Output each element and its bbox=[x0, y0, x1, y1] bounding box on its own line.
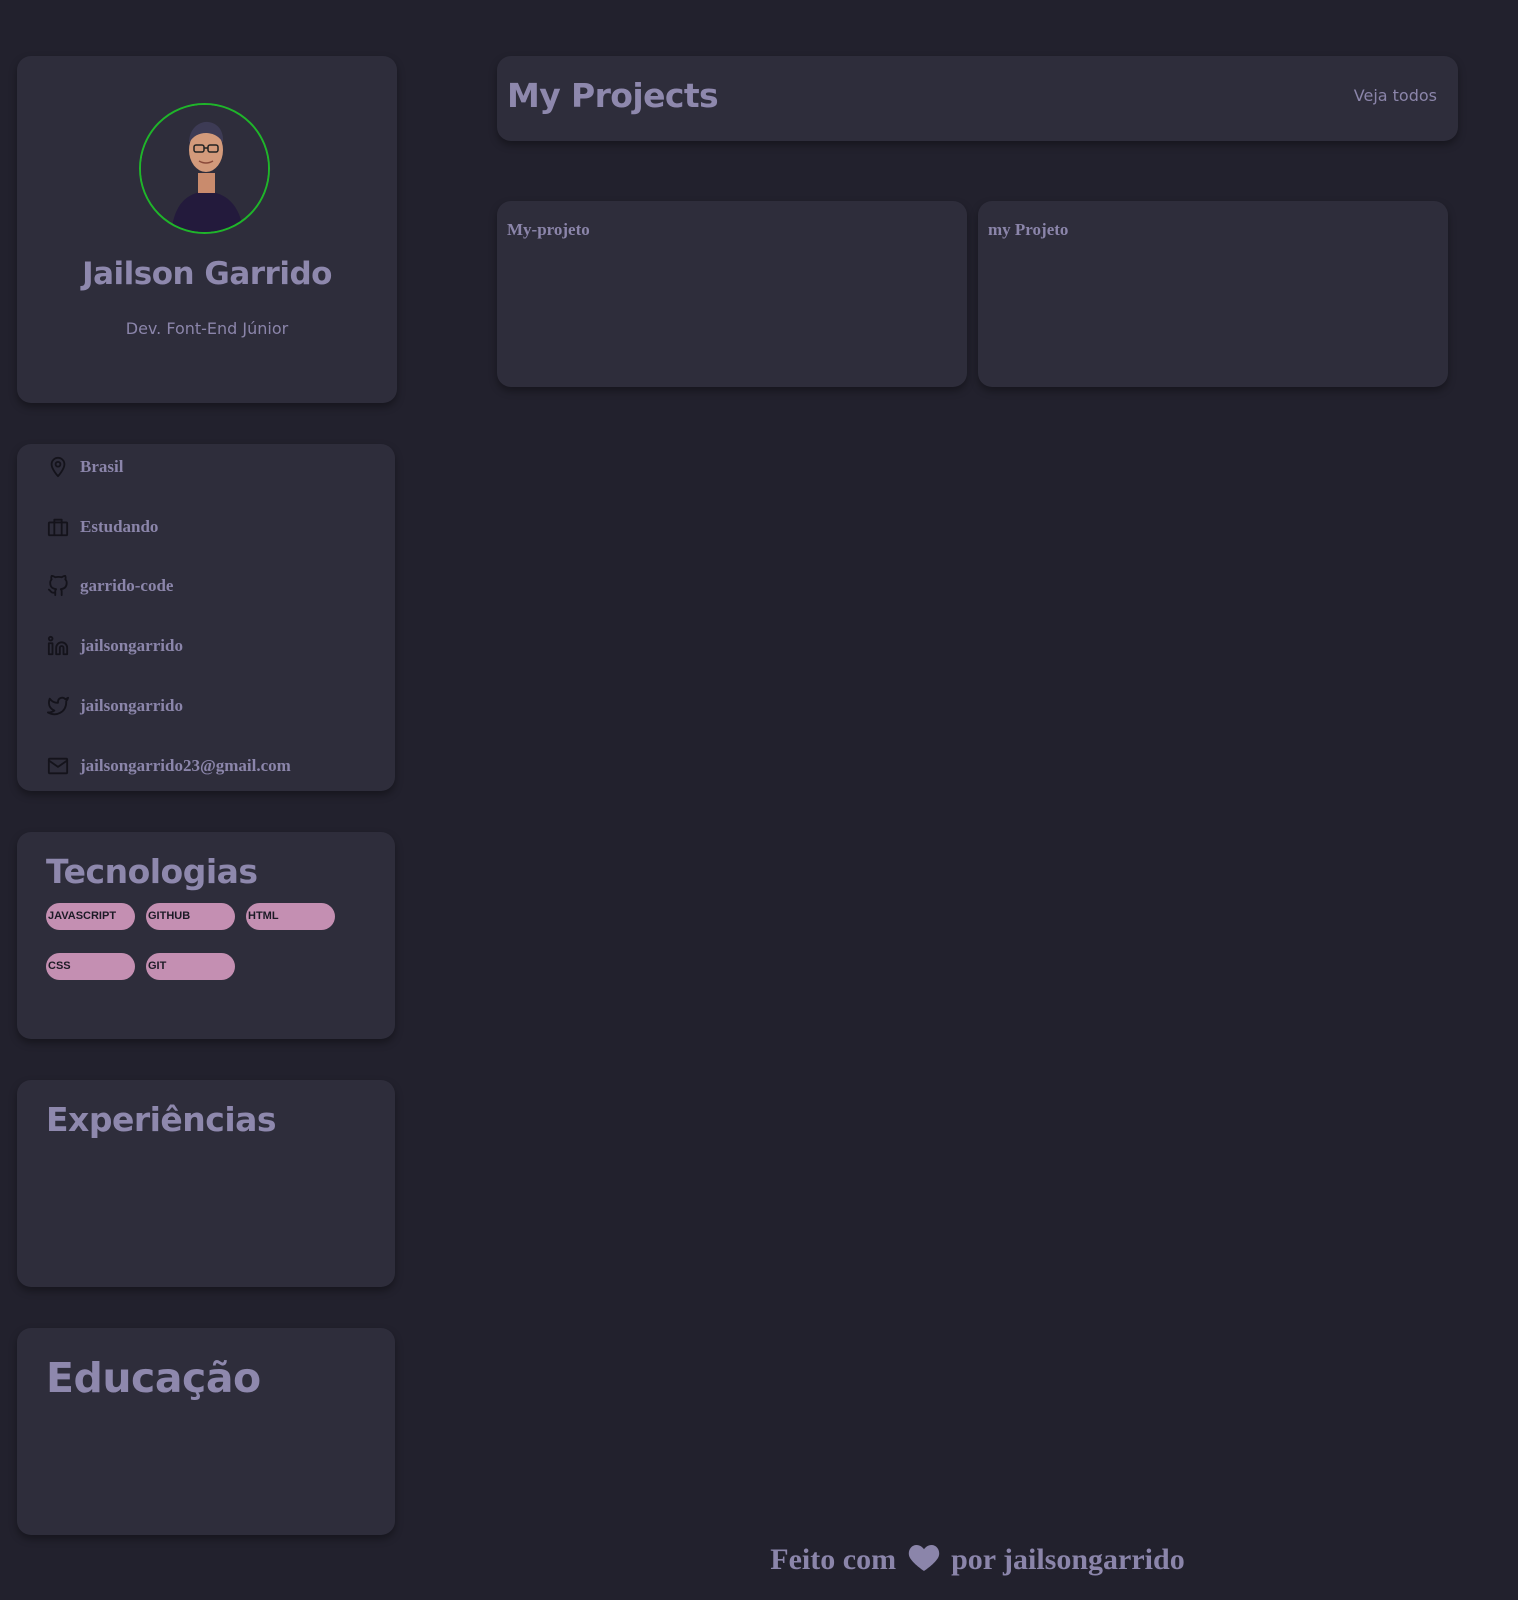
info-github[interactable]: garrido-code bbox=[46, 573, 173, 599]
experiences-card: Experiências bbox=[17, 1080, 395, 1287]
twitter-icon bbox=[46, 694, 70, 718]
tech-chip: GIT bbox=[146, 953, 235, 980]
info-work: Estudando bbox=[46, 514, 158, 540]
mail-icon bbox=[46, 754, 70, 778]
profile-role: Dev. Font-End Júnior bbox=[125, 319, 289, 338]
tech-chip: CSS bbox=[46, 953, 135, 980]
technologies-title: Tecnologias bbox=[46, 852, 258, 891]
twitter-link[interactable]: jailsongarrido bbox=[80, 696, 183, 716]
footer-prefix: Feito com bbox=[770, 1543, 897, 1576]
education-card: Educação bbox=[17, 1328, 395, 1535]
map-pin-icon bbox=[46, 455, 70, 479]
project-card[interactable]: my Projeto bbox=[978, 201, 1448, 387]
info-location: Brasil bbox=[46, 454, 123, 480]
linkedin-link[interactable]: jailsongarrido bbox=[80, 636, 183, 656]
footer-suffix: por jailsongarrido bbox=[951, 1543, 1185, 1576]
work-text: Estudando bbox=[80, 517, 159, 536]
footer: Feito com por jailsongarrido bbox=[497, 1543, 1458, 1579]
info-card: Brasil Estudando garrido-code jailsongar… bbox=[17, 444, 395, 791]
experiences-title: Experiências bbox=[46, 1100, 277, 1139]
projects-title: My Projects bbox=[507, 76, 719, 115]
project-name: my Projeto bbox=[988, 220, 1069, 239]
linkedin-icon bbox=[46, 634, 70, 658]
github-icon bbox=[46, 574, 70, 598]
tech-chip: JAVASCRIPT bbox=[46, 903, 135, 930]
profile-card: Jailson Garrido Dev. Font-End Júnior bbox=[17, 56, 397, 403]
avatar-photo bbox=[141, 105, 268, 232]
tech-chip: HTML bbox=[246, 903, 335, 930]
profile-name: Jailson Garrido bbox=[82, 256, 332, 292]
briefcase-icon bbox=[46, 515, 70, 539]
project-name: My-projeto bbox=[507, 220, 590, 239]
info-twitter[interactable]: jailsongarrido bbox=[46, 693, 183, 719]
info-linkedin[interactable]: jailsongarrido bbox=[46, 633, 183, 659]
tech-chip: GITHUB bbox=[146, 903, 235, 930]
project-card[interactable]: My-projeto bbox=[497, 201, 967, 387]
projects-header: My Projects Veja todos bbox=[497, 56, 1458, 141]
avatar bbox=[139, 103, 270, 234]
location-text: Brasil bbox=[80, 457, 124, 476]
education-title: Educação bbox=[46, 1354, 261, 1402]
github-link[interactable]: garrido-code bbox=[80, 576, 173, 596]
heart-icon bbox=[908, 1543, 940, 1579]
technologies-card: Tecnologias JAVASCRIPT GITHUB HTML CSS G… bbox=[17, 832, 395, 1039]
info-email[interactable]: jailsongarrido23@gmail.com bbox=[46, 753, 291, 779]
email-link[interactable]: jailsongarrido23@gmail.com bbox=[80, 756, 291, 776]
see-all-link[interactable]: Veja todos bbox=[1354, 86, 1437, 105]
